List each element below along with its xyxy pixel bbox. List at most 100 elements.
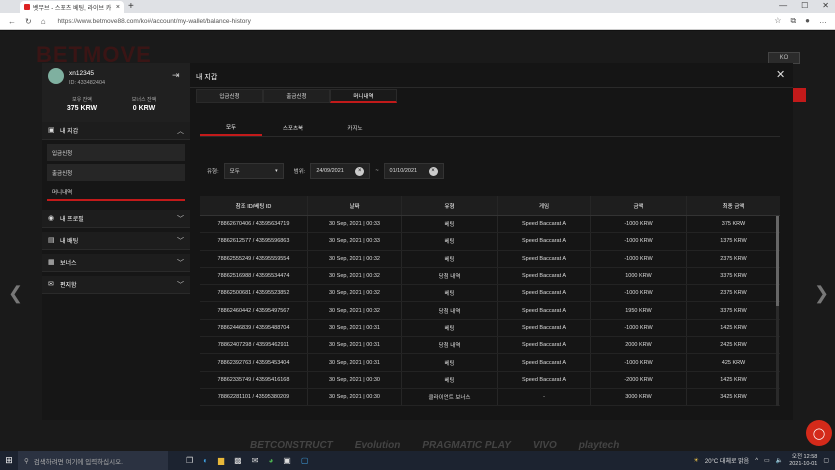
chevron-down-icon: ﹀: [177, 259, 184, 267]
tab-withdraw[interactable]: 출금신청: [263, 89, 330, 103]
table-row: 78862335749 / 43595416168 30 Sep, 2021 | …: [200, 371, 780, 389]
subtab-casino[interactable]: 카지노: [324, 120, 386, 136]
range-separator: ~: [375, 168, 379, 174]
task-view-icon[interactable]: ❐: [186, 456, 193, 465]
carousel-prev-icon[interactable]: ❮: [8, 283, 23, 304]
clear-date-from-icon[interactable]: ×: [355, 166, 365, 176]
menu-profile[interactable]: ◉ 내 프로필 ﹀: [42, 210, 190, 228]
browser-tab[interactable]: 벳무브 - 스포츠 베팅, 라이브 카 ×: [20, 1, 124, 13]
table-row: 78862446839 / 43595488704 30 Sep, 2021 | …: [200, 319, 780, 338]
weather-text[interactable]: 20°C 대체로 맑음: [705, 456, 749, 465]
col-amount: 금액: [591, 196, 687, 215]
cell-type: 베팅: [402, 371, 498, 388]
cell-amount: 3000 KRW: [591, 388, 687, 406]
close-tab-icon[interactable]: ×: [116, 4, 120, 11]
menu-messages-label: 편지함: [60, 283, 77, 289]
minimize-icon[interactable]: —: [779, 1, 787, 10]
cell-date: 30 Sep, 2021 | 00:32: [308, 267, 402, 285]
more-icon[interactable]: …: [819, 16, 827, 26]
table-row: 78862460442 / 43595497567 30 Sep, 2021 | …: [200, 302, 780, 320]
network-icon[interactable]: ▭: [764, 457, 770, 464]
table-row: 78862407298 / 43595462911 30 Sep, 2021 | …: [200, 337, 780, 355]
table-row: 78862612577 / 43595596863 30 Sep, 2021 | …: [200, 233, 780, 251]
mail-app-icon[interactable]: ✉: [252, 456, 259, 465]
table-header-row: 참조 ID/베팅 ID 날짜 유형 게임 금액 최종 금액: [200, 196, 780, 216]
cell-amount: -1000 KRW: [591, 250, 687, 267]
home-icon[interactable]: ⌂: [41, 17, 46, 26]
menu-bets[interactable]: ▤ 내 배팅 ﹀: [42, 232, 190, 250]
cell-game: Speed Baccarat A: [498, 302, 591, 319]
cell-amount: -1000 KRW: [591, 285, 687, 302]
mail-icon: ✉: [48, 281, 54, 288]
provider-logo: BETCONSTRUCT: [250, 440, 333, 451]
username: xn12345: [69, 70, 94, 77]
cell-amount: 1000 KRW: [591, 267, 687, 285]
chat-icon[interactable]: ◯: [806, 420, 832, 446]
logout-icon[interactable]: ⇥: [172, 70, 180, 81]
collections-icon[interactable]: ⧉: [790, 16, 796, 26]
cell-ref-id: 78862516988 / 43595534474: [200, 267, 308, 285]
cell-type: 당첨 내역: [402, 337, 498, 354]
scrollbar-thumb[interactable]: [776, 216, 779, 306]
type-select-value: 모두: [229, 169, 240, 175]
menu-history[interactable]: 머니내역: [47, 184, 185, 201]
menu-bonus[interactable]: ▦ 보너스 ﹀: [42, 254, 190, 272]
store-icon[interactable]: ▩: [234, 456, 242, 465]
cell-type: 당첨 내역: [402, 267, 498, 285]
cell-type: 베팅: [402, 354, 498, 371]
menu-bonus-label: 보너스: [60, 261, 77, 267]
close-icon[interactable]: ✕: [776, 68, 785, 81]
edge-icon[interactable]: ◐: [203, 456, 208, 465]
windows-start-icon[interactable]: ⊞: [0, 451, 18, 470]
profile-icon[interactable]: ●: [805, 16, 810, 26]
table-row: 78862555249 / 43595559554 30 Sep, 2021 | …: [200, 250, 780, 268]
menu-profile-label: 내 프로필: [60, 217, 84, 223]
subtab-all[interactable]: 모두: [200, 120, 262, 136]
cell-date: 30 Sep, 2021 | 00:33: [308, 233, 402, 250]
cell-game: Speed Baccarat A: [498, 233, 591, 250]
type-select[interactable]: 모두 ▾: [223, 163, 284, 179]
taskbar-search[interactable]: ⚲ 검색하려면 여기에 입력하십시오.: [18, 451, 168, 470]
close-window-icon[interactable]: ✕: [822, 1, 829, 10]
col-final-amount: 최종 금액: [722, 203, 745, 210]
favorite-icon[interactable]: ☆: [774, 16, 781, 26]
modal-title: 내 지갑: [196, 74, 218, 81]
chevron-down-icon: ﹀: [177, 281, 184, 289]
weather-icon[interactable]: ☀: [693, 457, 698, 464]
refresh-icon[interactable]: ↻: [25, 17, 32, 26]
subtab-sportsbook[interactable]: 스포츠북: [262, 120, 324, 136]
cell-date: 30 Sep, 2021 | 00:32: [308, 302, 402, 319]
explorer-icon[interactable]: ▆: [218, 456, 224, 465]
menu-messages[interactable]: ✉ 편지함 ﹀: [42, 276, 190, 294]
app-icon[interactable]: ▢: [301, 456, 309, 465]
clear-date-to-icon[interactable]: ×: [428, 166, 438, 176]
volume-icon[interactable]: 🔈: [776, 457, 783, 464]
range-filter-label: 범위:: [293, 169, 306, 175]
tab-history[interactable]: 머니내역: [330, 89, 397, 103]
cell-date: 30 Sep, 2021 | 00:33: [308, 216, 402, 233]
address-bar: ← ↻ ⌂ https://www.betmove88.com/ko#/acco…: [0, 13, 835, 30]
taskbar-apps: ❐ ◐ ▆ ▩ ✉ ◕ ▣ ▢: [186, 456, 308, 465]
cell-type: 당첨 내역: [402, 302, 498, 319]
tray-up-icon[interactable]: ^: [755, 458, 758, 464]
tab-title: 벳무브 - 스포츠 베팅, 라이브 카: [33, 5, 112, 12]
carousel-next-icon[interactable]: ❯: [814, 283, 829, 304]
photos-icon[interactable]: ▣: [283, 456, 291, 465]
menu-withdraw[interactable]: 출금신청: [47, 164, 185, 181]
back-icon[interactable]: ←: [8, 17, 16, 26]
cell-type: 클라이언트 보너스: [402, 388, 498, 406]
menu-deposit[interactable]: 입금신청: [47, 144, 185, 161]
new-tab-icon[interactable]: +: [128, 1, 134, 12]
date-from-field[interactable]: 24/09/2021 ×: [310, 163, 371, 179]
url-field[interactable]: https://www.betmove88.com/ko#/account/my…: [58, 18, 251, 25]
cell-date: 30 Sep, 2021 | 00:30: [308, 388, 402, 406]
clock[interactable]: 오전 12:58 2021-10-01: [789, 454, 817, 468]
cell-final-amount: 375 KRW: [721, 221, 746, 228]
maximize-icon[interactable]: ☐: [801, 1, 808, 10]
menu-wallet[interactable]: ▣ 내 지갑 ︿: [42, 122, 190, 140]
chrome-icon[interactable]: ◕: [268, 456, 273, 465]
date-to-field[interactable]: 01/10/2021 ×: [383, 163, 444, 179]
notification-icon[interactable]: ▢: [823, 457, 829, 464]
cell-final-amount: 3425 KRW: [720, 394, 747, 401]
tab-deposit[interactable]: 입금신청: [196, 89, 263, 103]
